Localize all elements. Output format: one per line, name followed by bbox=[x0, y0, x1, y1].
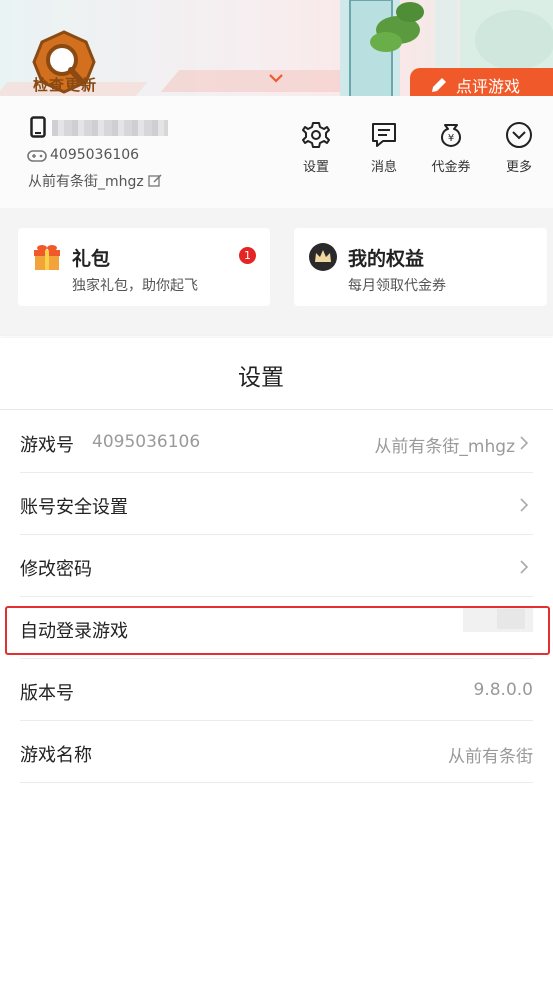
row-value: 从前有条街_mhgz bbox=[374, 437, 515, 457]
gamepad-icon bbox=[27, 150, 47, 162]
messages-action-label: 消息 bbox=[370, 160, 397, 175]
masked-account-name bbox=[52, 120, 168, 136]
svg-text:¥: ¥ bbox=[448, 133, 454, 144]
settings-row-game-id[interactable]: 游戏号 4095036106 从前有条街_mhgz bbox=[20, 411, 533, 473]
chevron-right-icon bbox=[520, 560, 529, 574]
settings-row-change-password[interactable]: 修改密码 bbox=[20, 535, 533, 597]
settings-title: 设置 bbox=[238, 365, 284, 391]
row-game-number: 4095036106 bbox=[92, 432, 201, 452]
more-action[interactable]: 更多 bbox=[489, 120, 549, 175]
rights-card-title: 我的权益 bbox=[348, 248, 425, 270]
gift-icon bbox=[34, 245, 60, 270]
chevron-right-icon bbox=[520, 498, 529, 512]
row-divider bbox=[20, 782, 533, 783]
highlight-box bbox=[5, 606, 550, 655]
divider bbox=[0, 409, 553, 410]
rights-card[interactable]: 我的权益 每月领取代金券 bbox=[294, 228, 547, 306]
settings-action[interactable]: 设置 bbox=[286, 120, 346, 175]
pencil-icon bbox=[432, 77, 446, 92]
crown-icon bbox=[309, 243, 337, 271]
row-value: 从前有条街 bbox=[448, 747, 533, 767]
rights-card-subtitle: 每月领取代金券 bbox=[348, 278, 446, 294]
row-label: 修改密码 bbox=[20, 559, 92, 580]
row-label: 游戏名称 bbox=[20, 745, 92, 766]
gift-card-subtitle: 独家礼包，助你起飞 bbox=[72, 278, 198, 294]
edit-icon[interactable] bbox=[148, 174, 162, 188]
row-label: 账号安全设置 bbox=[20, 497, 128, 518]
settings-row-game-name: 游戏名称 从前有条街 bbox=[20, 721, 533, 783]
row-value: 9.8.0.0 bbox=[473, 680, 533, 700]
more-action-label: 更多 bbox=[505, 160, 532, 175]
message-icon bbox=[372, 123, 396, 147]
update-label[interactable]: 检查更新 bbox=[20, 74, 110, 95]
more-icon bbox=[506, 122, 532, 148]
voucher-icon: ¥ bbox=[441, 124, 461, 147]
messages-action[interactable]: 消息 bbox=[354, 120, 414, 175]
gift-card-title: 礼包 bbox=[72, 248, 111, 270]
settings-row-account-security[interactable]: 账号安全设置 bbox=[20, 473, 533, 535]
row-label: 游戏号 bbox=[20, 435, 74, 456]
voucher-action-label: 代金券 bbox=[431, 160, 471, 175]
row-label: 版本号 bbox=[20, 683, 74, 704]
nickname-row[interactable]: 从前有条街_mhgz bbox=[28, 171, 162, 191]
chevron-down-icon[interactable] bbox=[266, 72, 286, 86]
settings-action-label: 设置 bbox=[302, 160, 329, 175]
gear-icon bbox=[302, 122, 330, 148]
user-id: 4095036106 bbox=[50, 147, 140, 163]
gift-badge: 1 bbox=[239, 247, 256, 264]
review-game-label: 点评游戏 bbox=[456, 76, 521, 96]
settings-row-version: 版本号 9.8.0.0 bbox=[20, 659, 533, 721]
nickname: 从前有条街_mhgz bbox=[28, 174, 144, 190]
chevron-right-icon bbox=[520, 436, 529, 450]
voucher-action[interactable]: ¥ 代金券 bbox=[421, 120, 481, 175]
phone-icon bbox=[30, 116, 46, 138]
gift-card[interactable]: 礼包 1 独家礼包，助你起飞 bbox=[18, 228, 270, 306]
